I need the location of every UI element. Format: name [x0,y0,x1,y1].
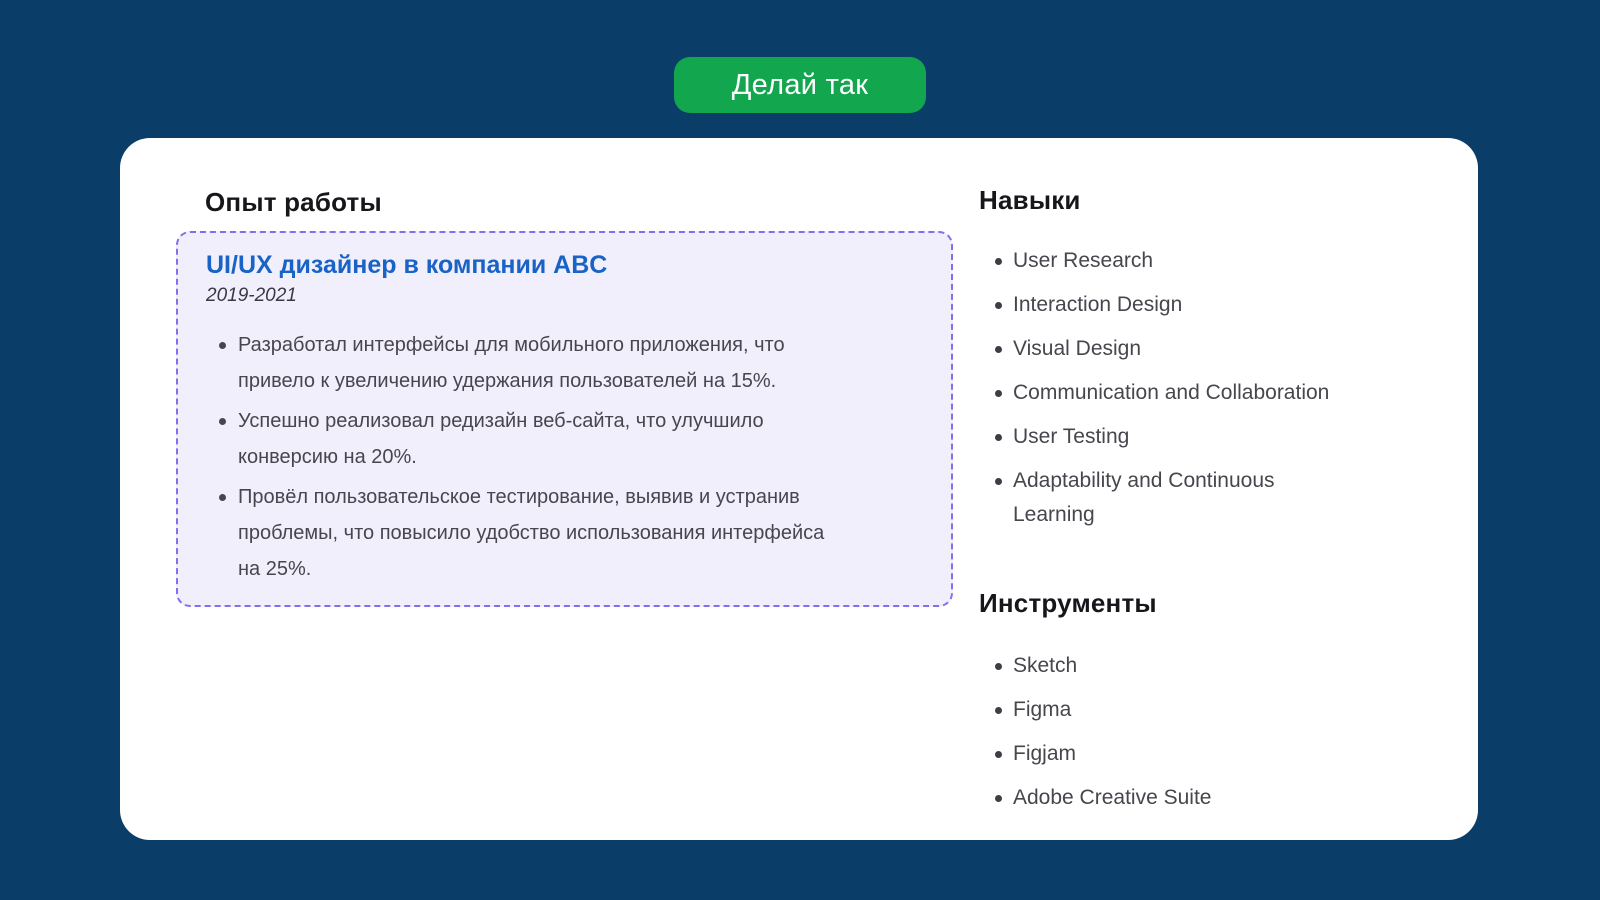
experience-heading: Опыт работы [205,187,382,217]
achievement-item: Провёл пользовательское тестирование, вы… [206,479,826,587]
skill-item: Visual Design [979,332,1357,366]
tool-item: Figjam [979,737,1357,771]
experience-section: Опыт работы UI/UX дизайнер в компании AB… [176,185,966,607]
skill-item: Communication and Collaboration [979,376,1357,410]
tools-heading: Инструменты [979,588,1157,618]
resume-card: Опыт работы UI/UX дизайнер в компании AB… [120,138,1478,840]
tool-item: Figma [979,693,1357,727]
achievement-item: Разработал интерфейсы для мобильного при… [206,327,826,399]
tools-list: Sketch Figma Figjam Adobe Creative Suite [979,649,1379,815]
job-period: 2019-2021 [206,285,297,306]
skills-heading: Навыки [979,185,1081,215]
experience-highlight-box: UI/UX дизайнер в компании ABC 2019-2021 … [176,231,953,607]
tool-item: Adobe Creative Suite [979,781,1357,815]
achievement-item: Успешно реализовал редизайн веб-сайта, ч… [206,403,826,475]
skill-item: Interaction Design [979,288,1357,322]
skills-and-tools-section: Навыки User Research Interaction Design Vi… [979,183,1379,825]
skill-item: Adaptability and Continuous Learning [979,464,1357,532]
tool-item: Sketch [979,649,1357,683]
job-title: UI/UX дизайнер в компании ABC [206,251,608,279]
skills-list: User Research Interaction Design Visual De… [979,244,1379,532]
skill-item: User Testing [979,420,1357,454]
skill-item: User Research [979,244,1357,278]
do-it-this-way-button[interactable]: Делай так [674,57,926,113]
achievements-list: Разработал интерфейсы для мобильного при… [206,327,923,587]
